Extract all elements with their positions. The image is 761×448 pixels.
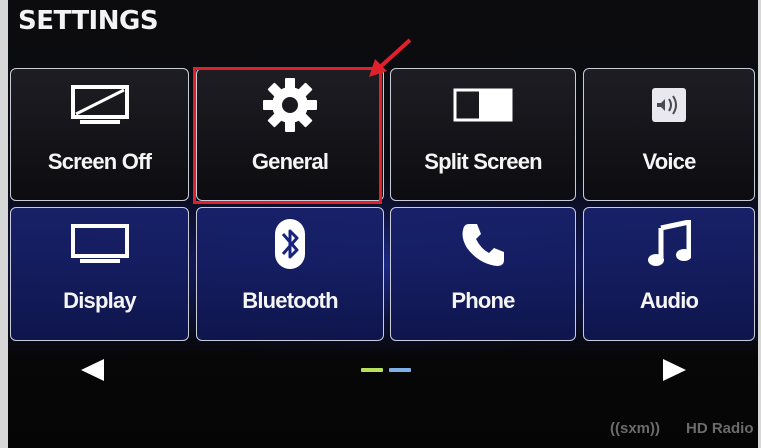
page-indicator-inactive (389, 368, 411, 372)
phone-icon (391, 218, 575, 270)
tile-screen-off[interactable]: Screen Off (10, 68, 189, 201)
tile-bluetooth[interactable]: Bluetooth (196, 207, 384, 341)
tile-label-voice: Voice (642, 149, 696, 174)
tile-label-screen-off: Screen Off (47, 149, 152, 174)
page-title: SETTINGS (18, 6, 159, 36)
annotation-highlight-box (193, 67, 382, 204)
tile-split-screen[interactable]: Split Screen (390, 68, 576, 201)
music-note-icon (584, 218, 754, 270)
tile-label-display: Display (63, 288, 136, 313)
next-page-arrow[interactable] (661, 357, 689, 390)
tile-label-phone: Phone (451, 288, 515, 313)
tile-voice[interactable]: Voice (583, 68, 755, 201)
tile-display[interactable]: Display (10, 207, 189, 341)
tile-label-audio: Audio (639, 288, 699, 313)
annotation-arrow-icon (365, 35, 415, 85)
sxm-logo: ((sxm)) (610, 420, 661, 437)
previous-page-arrow[interactable] (78, 357, 106, 390)
bluetooth-icon (197, 218, 383, 270)
tile-phone[interactable]: Phone (390, 207, 576, 341)
tile-label-split-screen: Split Screen (424, 149, 542, 174)
display-icon (11, 218, 188, 270)
split-screen-icon (391, 79, 575, 131)
page-indicator-active (361, 368, 383, 372)
tile-audio[interactable]: Audio (583, 207, 755, 341)
hd-radio-logo: HD Radio (686, 420, 754, 437)
tile-label-bluetooth: Bluetooth (242, 288, 338, 313)
voice-icon (584, 79, 754, 131)
screen-off-icon (11, 79, 188, 131)
